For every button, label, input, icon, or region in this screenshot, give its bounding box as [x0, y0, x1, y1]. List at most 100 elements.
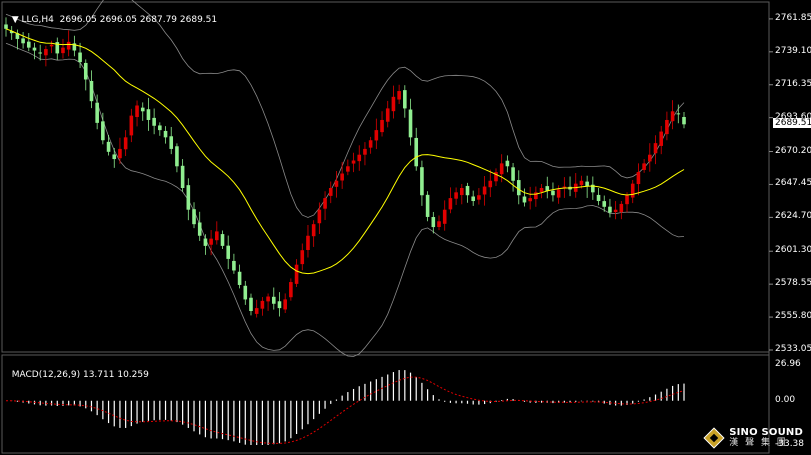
- candle-body: [123, 137, 128, 150]
- candle-body: [4, 24, 8, 29]
- candle-body: [363, 148, 367, 155]
- price-tick-label: 2761.85: [775, 12, 811, 23]
- candle-body: [334, 180, 339, 187]
- price-tick-label: 2624.70: [775, 211, 811, 222]
- candle-body: [471, 196, 475, 202]
- candle-body: [197, 222, 202, 236]
- candle-body: [83, 62, 88, 80]
- current-price-label: 2689.51: [773, 117, 811, 128]
- candle-body: [26, 41, 31, 48]
- macd-header: MACD(12,26,9) 13.711 10.259: [6, 360, 149, 380]
- candle-body: [397, 91, 401, 100]
- candle-body: [232, 260, 236, 271]
- candle-body: [32, 47, 37, 51]
- candle-body: [391, 96, 396, 112]
- candle-body: [129, 115, 134, 136]
- dropdown-triangle-icon[interactable]: ▼: [12, 15, 19, 25]
- candle-body: [408, 109, 413, 138]
- candle-body: [351, 160, 356, 164]
- candle-body: [294, 264, 299, 284]
- macd-main-value: 13.711: [82, 370, 115, 380]
- price-tick-label: 2670.20: [775, 145, 811, 156]
- candle-body: [101, 121, 105, 141]
- candle-body: [477, 195, 481, 200]
- candle-body: [648, 154, 652, 162]
- candle-body: [163, 130, 168, 138]
- candle-body: [357, 154, 362, 162]
- candle-body: [61, 47, 65, 54]
- candle-body: [579, 180, 584, 186]
- candle-body: [630, 183, 635, 198]
- candle-body: [596, 194, 601, 202]
- symbol-header: ▼ LLG,H4 2696.05 2696.05 2687.79 2689.51: [6, 5, 217, 25]
- macd-tick-label: 0.00: [775, 394, 796, 405]
- macd-tick-label: 26.96: [775, 359, 801, 369]
- candle-body: [78, 52, 82, 63]
- high-value: 2696.05: [99, 15, 137, 25]
- candle-body: [431, 217, 436, 228]
- candle-body: [516, 180, 521, 196]
- candle-body: [277, 301, 282, 309]
- candle-body: [180, 165, 185, 188]
- candle-body: [49, 44, 54, 47]
- candle-body: [283, 299, 287, 310]
- close-value: 2689.51: [179, 15, 218, 25]
- candle-body: [482, 186, 487, 195]
- price-tick-label: 2533.05: [775, 344, 811, 354]
- candle-body: [186, 185, 191, 210]
- candle-body: [175, 146, 179, 167]
- candle-body: [21, 38, 25, 44]
- candle-body: [608, 206, 612, 213]
- candle-body: [602, 201, 607, 207]
- candle-body: [106, 141, 111, 152]
- candle-body: [374, 130, 379, 141]
- candle-body: [317, 209, 322, 224]
- candle-body: [551, 190, 555, 196]
- candle-body: [625, 195, 629, 205]
- candle-body: [226, 245, 231, 259]
- candle-body: [237, 271, 242, 285]
- candle-body: [682, 117, 686, 125]
- candle-body: [499, 163, 504, 175]
- candle-body: [209, 238, 213, 245]
- low-value: 2687.79: [139, 15, 178, 25]
- candle-body: [89, 80, 94, 102]
- candle-body: [528, 198, 532, 202]
- candle-body: [465, 185, 470, 196]
- price-tick-label: 2716.35: [775, 78, 811, 89]
- candle-body: [192, 209, 196, 225]
- candle-body: [112, 154, 117, 160]
- candle-body: [271, 296, 276, 304]
- candle-body: [522, 196, 527, 203]
- candle-body: [659, 131, 664, 146]
- diamond-logo-icon: [703, 427, 725, 449]
- candle-body: [158, 125, 162, 131]
- candle: [425, 191, 430, 222]
- price-tick-label: 2739.10: [775, 45, 811, 56]
- price-tick-label: 2578.55: [775, 278, 811, 289]
- price-tick-label: 2555.80: [775, 311, 811, 322]
- candle-body: [636, 172, 641, 185]
- symbol-label: LLG,H4: [21, 15, 54, 25]
- candle-body: [135, 105, 139, 118]
- candle-body: [665, 119, 669, 135]
- candle-body: [385, 108, 390, 122]
- candle-body: [505, 160, 510, 167]
- macd-signal-value: 10.259: [117, 370, 149, 380]
- candle-body: [539, 187, 544, 192]
- candle-body: [38, 52, 42, 54]
- candle-body: [368, 140, 373, 148]
- candle-body: [642, 163, 646, 170]
- candle-body: [249, 297, 253, 312]
- candle-body: [311, 224, 316, 237]
- candle-body: [403, 90, 407, 109]
- price-tick-label: 2601.30: [775, 245, 811, 256]
- candle-body: [152, 117, 156, 126]
- candle-body: [66, 41, 71, 50]
- chart-canvas: [0, 0, 811, 455]
- open-value: 2696.05: [59, 15, 97, 25]
- candle-body: [169, 136, 174, 149]
- macd-label: MACD(12,26,9): [11, 370, 81, 380]
- candle-body: [328, 187, 333, 196]
- candle-body: [300, 250, 305, 265]
